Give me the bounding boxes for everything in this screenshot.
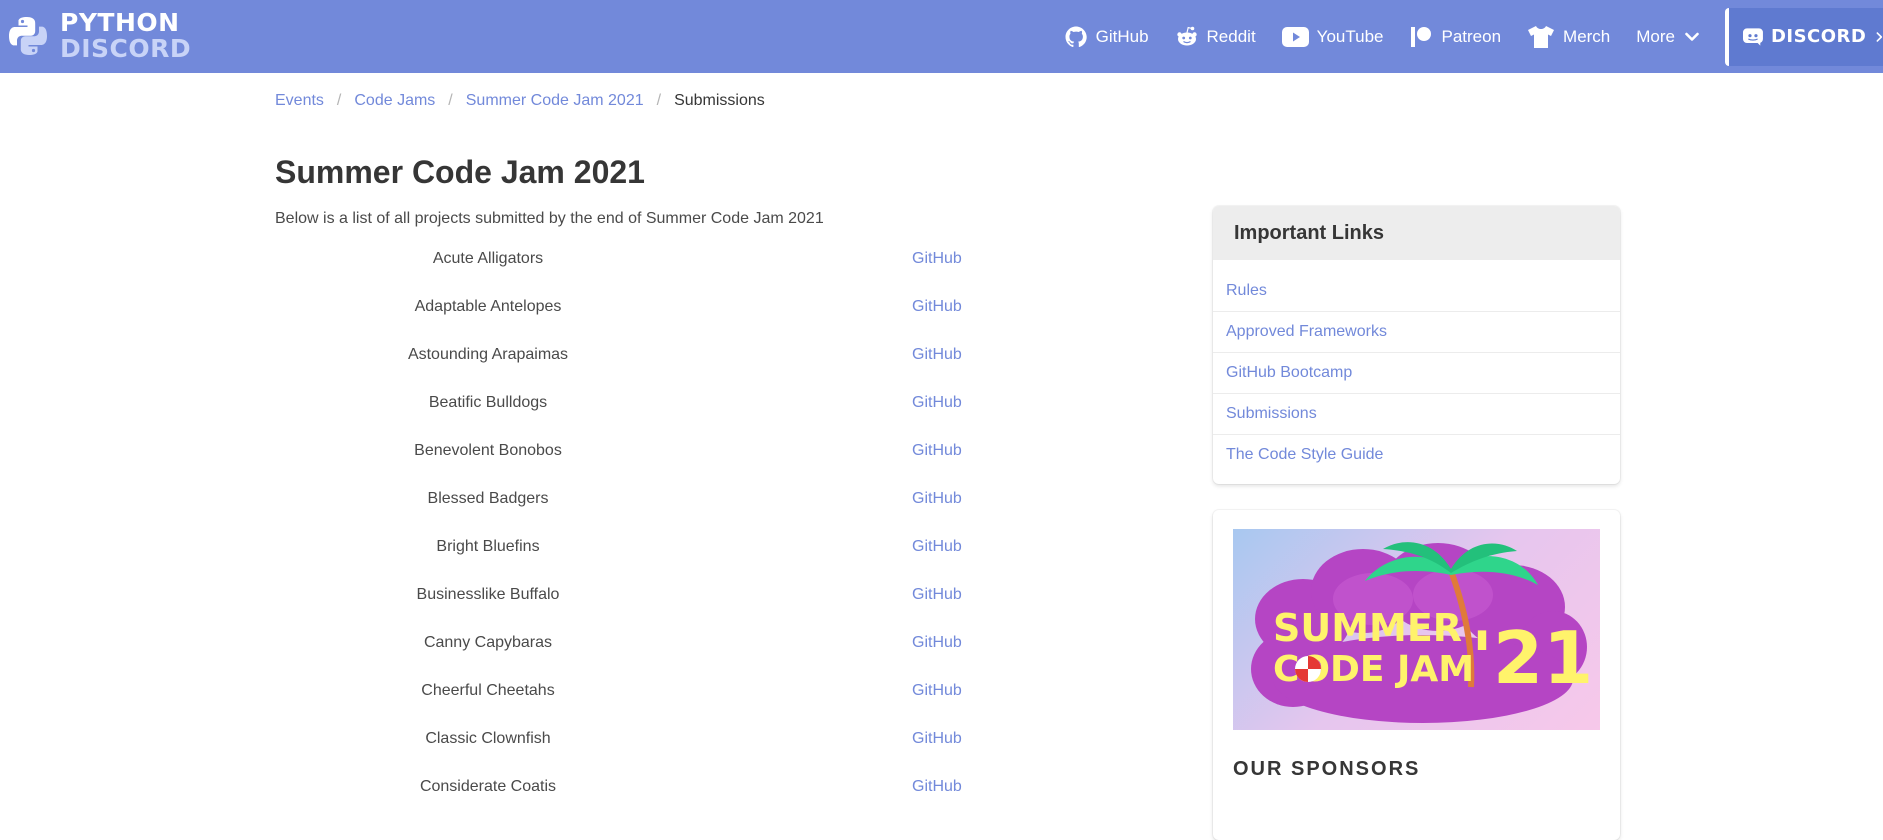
reddit-icon — [1176, 26, 1197, 45]
link-rules[interactable]: Rules — [1213, 271, 1620, 312]
project-github-link[interactable]: GitHub — [912, 778, 962, 796]
breadcrumb-summer-code-jam-2021[interactable]: Summer Code Jam 2021 — [466, 92, 644, 110]
nav-merch[interactable]: Merch — [1527, 0, 1610, 73]
link-approved-frameworks[interactable]: Approved Frameworks — [1213, 312, 1620, 353]
intro-text: Below is a list of all projects submitte… — [275, 210, 824, 227]
project-github-link[interactable]: GitHub — [912, 346, 962, 364]
nav-more-dropdown[interactable]: More — [1636, 0, 1699, 73]
breadcrumb-events[interactable]: Events — [275, 92, 324, 110]
nav-more-label: More — [1636, 26, 1675, 46]
project-name: Adaptable Antelopes — [414, 298, 562, 315]
project-name: Considerate Coatis — [419, 778, 557, 795]
project-github-link[interactable]: GitHub — [912, 538, 962, 556]
nav-youtube[interactable]: YouTube — [1281, 0, 1384, 73]
breadcrumb-separator: / — [336, 92, 342, 109]
brand-text: PYTHON DISCORD — [60, 10, 191, 62]
project-github-link[interactable]: GitHub — [912, 442, 962, 460]
project-github-link[interactable]: GitHub — [912, 298, 962, 316]
banner-year: '21 — [1471, 616, 1593, 700]
project-name: Businesslike Buffalo — [416, 586, 560, 603]
chevron-down-icon — [1685, 32, 1699, 41]
nav-youtube-label: YouTube — [1316, 26, 1384, 46]
table-row: Adaptable Antelopes GitHub — [275, 284, 1035, 332]
table-row: Blessed Badgers GitHub — [275, 476, 1035, 524]
project-list: Acute Alligators GitHub Adaptable Antelo… — [275, 236, 1035, 812]
link-github-bootcamp[interactable]: GitHub Bootcamp — [1213, 353, 1620, 394]
table-row: Businesslike Buffalo GitHub — [275, 572, 1035, 620]
project-github-link[interactable]: GitHub — [912, 730, 962, 748]
patreon-icon — [1411, 26, 1432, 47]
table-row: Beatific Bulldogs GitHub — [275, 380, 1035, 428]
project-github-link[interactable]: GitHub — [912, 250, 962, 268]
project-github-link[interactable]: GitHub — [912, 634, 962, 652]
page-title: Summer Code Jam 2021 — [275, 154, 645, 190]
project-name: Bright Bluefins — [436, 538, 540, 555]
sponsor-card: SUMMER CODE JAM '21 OUR SPONSORS — [1213, 510, 1620, 840]
table-row: Cheerful Cheetahs GitHub — [275, 668, 1035, 716]
project-github-link[interactable]: GitHub — [912, 490, 962, 508]
project-name: Astounding Arapaimas — [407, 346, 569, 363]
nav-reddit-label: Reddit — [1206, 26, 1256, 46]
nav-github[interactable]: GitHub — [1064, 0, 1149, 73]
python-logo-icon — [9, 17, 47, 55]
nav-github-label: GitHub — [1095, 26, 1149, 46]
project-name: Canny Capybaras — [423, 634, 553, 651]
project-name: Blessed Badgers — [427, 490, 549, 507]
nav-patreon-label: Patreon — [1441, 26, 1502, 46]
table-row: Acute Alligators GitHub — [275, 236, 1035, 284]
tshirt-icon — [1528, 25, 1555, 48]
project-name: Benevolent Bonobos — [414, 442, 562, 459]
project-name: Acute Alligators — [432, 250, 544, 267]
nav-patreon[interactable]: Patreon — [1409, 0, 1501, 73]
nav-reddit[interactable]: Reddit — [1175, 0, 1256, 73]
nav-items: GitHub Reddit YouTube Patreon Merch More… — [1064, 0, 1883, 73]
project-name: Beatific Bulldogs — [428, 394, 548, 411]
project-github-link[interactable]: GitHub — [912, 682, 962, 700]
nav-merch-label: Merch — [1563, 26, 1611, 46]
youtube-icon — [1281, 26, 1309, 47]
important-links-list: Rules Approved Frameworks GitHub Bootcam… — [1213, 260, 1620, 475]
brand-line2: DISCORD — [60, 34, 192, 63]
breadcrumb-separator: / — [448, 92, 453, 109]
discord-icon — [1743, 27, 1763, 46]
link-submissions[interactable]: Submissions — [1213, 394, 1620, 435]
summer-code-jam-banner: SUMMER CODE JAM '21 — [1233, 529, 1600, 730]
breadcrumb-code-jams[interactable]: Code Jams — [354, 92, 435, 110]
project-name: Cheerful Cheetahs — [421, 682, 555, 699]
brand-logo-link[interactable]: PYTHON DISCORD — [6, 10, 191, 62]
link-code-style-guide[interactable]: The Code Style Guide — [1213, 435, 1620, 475]
table-row: Canny Capybaras GitHub — [275, 620, 1035, 668]
important-links-title: Important Links — [1213, 206, 1620, 260]
table-row: Astounding Arapaimas GitHub — [275, 332, 1035, 380]
sponsors-title: OUR SPONSORS — [1233, 758, 1421, 780]
banner-line1: SUMMER — [1273, 606, 1462, 650]
summer-code-jam-logo: SUMMER CODE JAM '21 — [1251, 542, 1593, 723]
breadcrumb: Events / Code Jams / Summer Code Jam 202… — [275, 92, 765, 110]
chevron-right-icon — [1876, 31, 1883, 42]
github-icon — [1065, 26, 1087, 47]
project-github-link[interactable]: GitHub — [912, 394, 962, 412]
project-name: Classic Clownfish — [425, 730, 551, 747]
table-row: Considerate Coatis GitHub — [275, 764, 1035, 812]
table-row: Classic Clownfish GitHub — [275, 716, 1035, 764]
table-row: Benevolent Bonobos GitHub — [275, 428, 1035, 476]
table-row: Bright Bluefins GitHub — [275, 524, 1035, 572]
discord-join-button[interactable]: DISCORD — [1725, 7, 1883, 66]
brand-line1: PYTHON — [60, 8, 180, 37]
top-navbar: PYTHON DISCORD GitHub Reddit YouTube Pat… — [0, 0, 1883, 73]
discord-label: DISCORD — [1770, 26, 1867, 47]
important-links-card: Important Links Rules Approved Framework… — [1213, 206, 1620, 484]
project-github-link[interactable]: GitHub — [912, 586, 962, 604]
breadcrumb-separator: / — [656, 92, 662, 109]
breadcrumb-current: Submissions — [674, 92, 765, 109]
